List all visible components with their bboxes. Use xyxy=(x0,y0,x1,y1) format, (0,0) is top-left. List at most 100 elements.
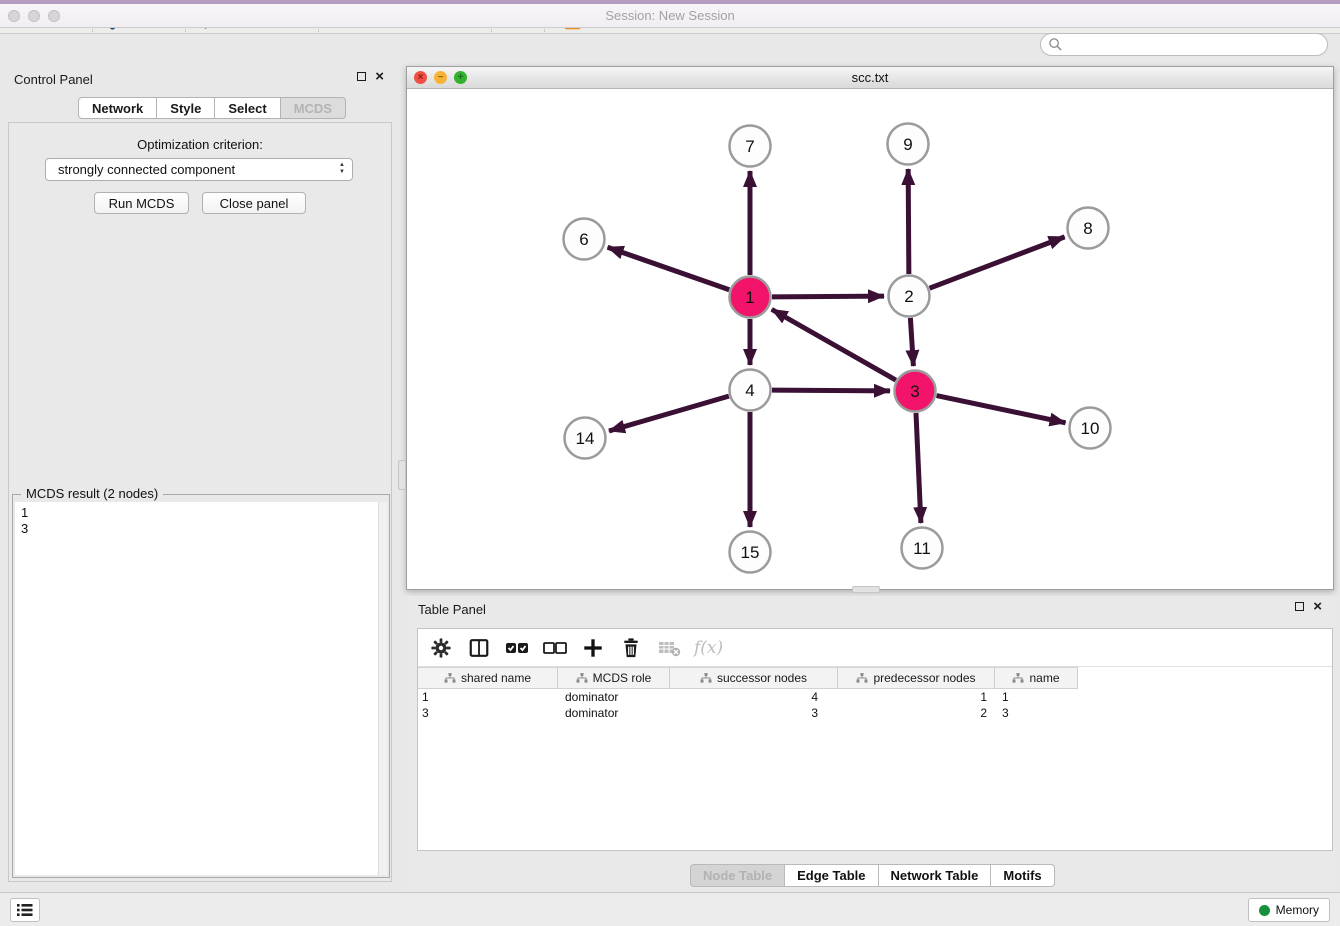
table-cell[interactable]: 1 xyxy=(995,689,1078,705)
table-header-row: shared name MCDS rolesuccessor nodes prede… xyxy=(418,667,1078,689)
split-column-icon[interactable] xyxy=(466,635,492,661)
graph-node-label-6: 6 xyxy=(579,230,588,249)
column-header-name[interactable]: name xyxy=(995,668,1078,688)
graph-edge-4-3[interactable] xyxy=(772,390,890,391)
table-row[interactable]: 1dominator411 xyxy=(418,689,1332,705)
mcds-result-item[interactable]: 3 xyxy=(21,521,387,537)
table-cell[interactable]: 3 xyxy=(995,705,1078,721)
add-column-icon[interactable] xyxy=(580,635,606,661)
table-cell[interactable]: 1 xyxy=(418,689,558,705)
control-panel-tabs: NetworkStyleSelectMCDS xyxy=(78,97,346,119)
select-stepper-icon: ▲▼ xyxy=(339,162,345,176)
graph-node-label-2: 2 xyxy=(904,287,913,306)
graph-edge-2-8[interactable] xyxy=(930,237,1065,288)
table-panel-tabs: Node TableEdge TableNetwork TableMotifs xyxy=(690,864,1055,887)
tab-network-table[interactable]: Network Table xyxy=(879,864,992,887)
graph-edge-2-3[interactable] xyxy=(910,318,913,366)
gear-icon[interactable] xyxy=(428,635,454,661)
graph-node-label-9: 9 xyxy=(903,135,912,154)
app-title: Session: New Session xyxy=(0,8,1340,23)
tab-node-table[interactable]: Node Table xyxy=(690,864,785,887)
panel-divider-grip[interactable] xyxy=(398,460,406,490)
result-scrollbar[interactable] xyxy=(378,502,387,875)
select-all-icon[interactable] xyxy=(504,635,530,661)
status-bar: Memory xyxy=(0,892,1340,926)
column-header-label: shared name xyxy=(461,671,531,685)
column-type-icon xyxy=(576,673,588,683)
tab-mcds[interactable]: MCDS xyxy=(281,97,346,119)
table-toolbar: f(x) xyxy=(418,629,1332,667)
tab-style[interactable]: Style xyxy=(157,97,215,119)
table-cell[interactable]: dominator xyxy=(558,705,670,721)
tab-motifs[interactable]: Motifs xyxy=(991,864,1054,887)
application-window: Session: New Session Control Panel xyxy=(0,0,1340,926)
graph-node-label-11: 11 xyxy=(913,539,931,558)
column-type-icon xyxy=(1012,673,1024,683)
delete-table-icon xyxy=(656,635,682,661)
run-mcds-button[interactable]: Run MCDS xyxy=(94,192,189,214)
column-header-predecessor-nodes[interactable]: predecessor nodes xyxy=(838,668,995,688)
optimization-criterion-select[interactable]: strongly connected component ▲▼ xyxy=(45,158,353,181)
graph-node-label-3: 3 xyxy=(910,382,919,401)
close-panel-icon[interactable]: × xyxy=(1313,602,1322,611)
search-icon xyxy=(1048,37,1063,52)
close-panel-icon[interactable]: × xyxy=(375,72,384,81)
titlebar: Session: New Session xyxy=(0,4,1340,28)
network-view-window: × − + scc.txt 7968124314101511 xyxy=(406,66,1334,590)
graph-node-label-8: 8 xyxy=(1083,219,1092,238)
optimization-criterion-label: Optimization criterion: xyxy=(0,137,400,152)
graph-node-label-15: 15 xyxy=(741,543,760,562)
table-cell[interactable]: 3 xyxy=(418,705,558,721)
control-panel-title: Control Panel xyxy=(14,72,93,87)
optimization-criterion-value: strongly connected component xyxy=(58,162,235,177)
mcds-result-item[interactable]: 1 xyxy=(21,505,387,521)
control-panel-window-buttons: × xyxy=(357,72,384,81)
network-window-titlebar[interactable]: × − + scc.txt xyxy=(407,67,1333,89)
graph-node-label-10: 10 xyxy=(1081,419,1100,438)
float-panel-icon[interactable] xyxy=(1295,602,1304,611)
network-window-title: scc.txt xyxy=(407,70,1333,85)
delete-icon[interactable] xyxy=(618,635,644,661)
task-history-button[interactable] xyxy=(10,898,40,922)
table-cell[interactable]: 1 xyxy=(838,689,995,705)
search-field[interactable] xyxy=(1040,33,1328,56)
graph-edge-3-10[interactable] xyxy=(937,396,1066,423)
column-header-shared-name[interactable]: shared name xyxy=(418,668,558,688)
table-cell[interactable]: 2 xyxy=(838,705,995,721)
column-header-label: predecessor nodes xyxy=(873,671,975,685)
table-row[interactable]: 3dominator323 xyxy=(418,705,1332,721)
tab-network[interactable]: Network xyxy=(78,97,157,119)
graph-node-label-7: 7 xyxy=(745,137,754,156)
column-header-successor-nodes[interactable]: successor nodes xyxy=(670,668,838,688)
column-header-MCDS-role[interactable]: MCDS role xyxy=(558,668,670,688)
table-panel-title: Table Panel xyxy=(418,602,486,617)
graph-node-label-1: 1 xyxy=(745,288,754,307)
tab-edge-table[interactable]: Edge Table xyxy=(785,864,878,887)
graph-edge-1-6[interactable] xyxy=(608,247,730,289)
tab-select[interactable]: Select xyxy=(215,97,280,119)
deselect-all-icon[interactable] xyxy=(542,635,568,661)
float-panel-icon[interactable] xyxy=(357,72,366,81)
column-header-label: name xyxy=(1029,671,1059,685)
table-cell[interactable]: dominator xyxy=(558,689,670,705)
search-input[interactable] xyxy=(1063,37,1327,53)
network-graph-canvas[interactable]: 7968124314101511 xyxy=(407,89,1333,589)
node-table-container: f(x) shared name MCDS rolesuccessor nodes… xyxy=(417,628,1333,851)
table-body: 1dominator4113dominator323 xyxy=(418,689,1332,721)
graph-edge-1-2[interactable] xyxy=(772,296,884,297)
graph-edge-4-14[interactable] xyxy=(609,396,729,431)
graph-node-label-14: 14 xyxy=(576,429,595,448)
control-panel: Control Panel × NetworkStyleSelectMCDS O… xyxy=(0,62,400,884)
table-cell[interactable]: 3 xyxy=(670,705,838,721)
table-cell[interactable]: 4 xyxy=(670,689,838,705)
column-type-icon xyxy=(700,673,712,683)
table-panel: Table Panel × f(x) shared name MCDS roles… xyxy=(406,596,1334,890)
graph-edge-3-1[interactable] xyxy=(772,309,896,380)
close-panel-button[interactable]: Close panel xyxy=(202,192,306,214)
mcds-result-list[interactable]: 13 xyxy=(15,502,387,875)
memory-button[interactable]: Memory xyxy=(1248,898,1330,922)
panel-divider-grip[interactable] xyxy=(852,586,880,593)
graph-edge-2-9[interactable] xyxy=(908,169,909,274)
graph-edge-3-11[interactable] xyxy=(916,413,921,523)
mcds-result-title: MCDS result (2 nodes) xyxy=(21,486,163,501)
